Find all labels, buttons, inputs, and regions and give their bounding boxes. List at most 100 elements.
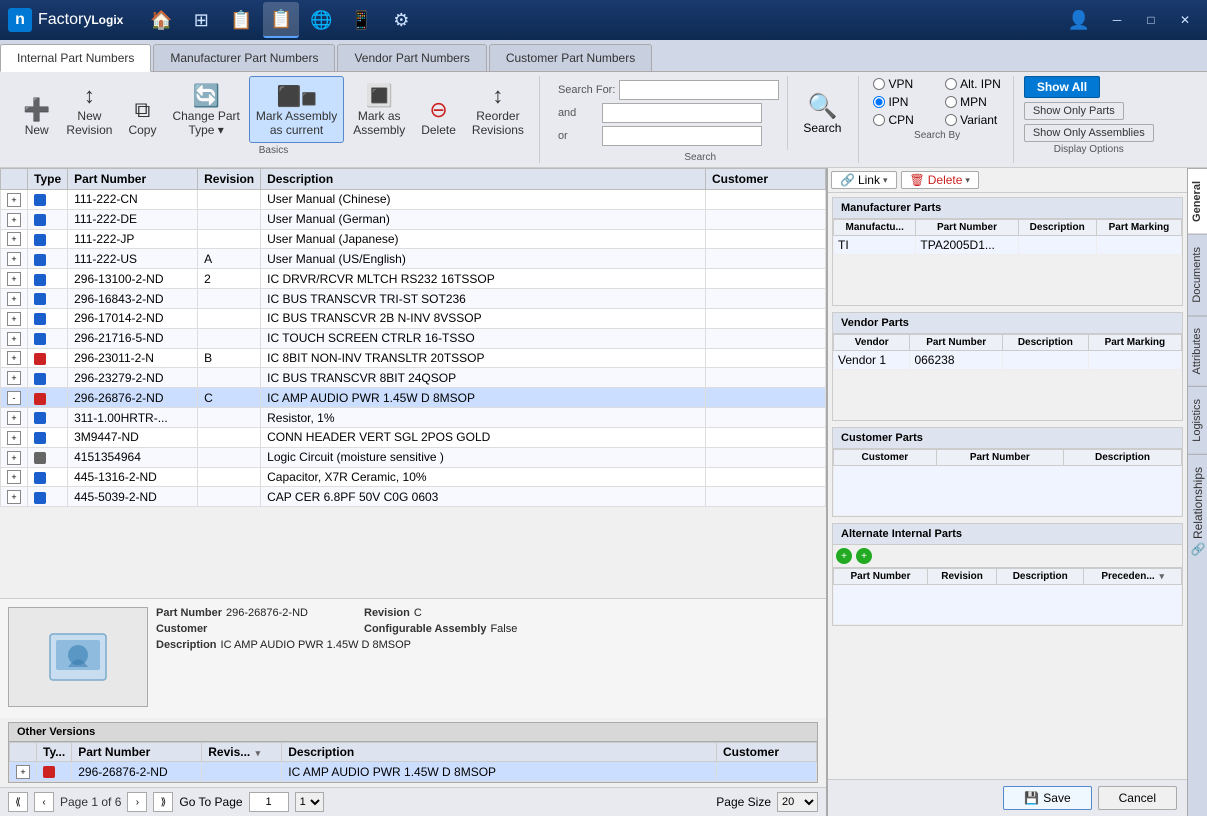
tab-internal-part-numbers[interactable]: Internal Part Numbers xyxy=(0,44,151,72)
sidebar-item-attributes[interactable]: Attributes xyxy=(1188,315,1207,386)
table-row[interactable]: + 296-17014-2-ND IC BUS TRANSCVR 2B N-IN… xyxy=(1,308,826,328)
sidebar-item-logistics[interactable]: Logistics xyxy=(1188,386,1207,454)
ipn-radio[interactable] xyxy=(873,96,885,108)
cp-col-partnumber[interactable]: Part Number xyxy=(936,450,1063,466)
reorder-revisions-button[interactable]: ↕ ReorderRevisions xyxy=(465,80,531,143)
save-button[interactable]: 💾 Save xyxy=(1003,786,1091,810)
alt-ipn-option[interactable]: Alt. IPN xyxy=(941,76,1005,92)
table-row[interactable]: + 311-1.00HRTR-... Resistor, 1% xyxy=(1,408,826,428)
table-row[interactable]: + 296-21716-5-ND IC TOUCH SCREEN CTRLR 1… xyxy=(1,328,826,348)
row-expand[interactable]: + xyxy=(1,229,28,249)
row-expand[interactable]: + xyxy=(1,308,28,328)
search-input-3[interactable] xyxy=(602,126,762,146)
aip-add2-button[interactable]: + xyxy=(856,548,872,564)
row-expand[interactable]: + xyxy=(1,487,28,507)
user-icon[interactable]: 👤 xyxy=(1061,2,1097,38)
vp-col-description[interactable]: Description xyxy=(1002,335,1088,351)
cp-col-description[interactable]: Description xyxy=(1063,450,1181,466)
next-page-button[interactable]: › xyxy=(127,792,147,812)
expand-btn[interactable]: + xyxy=(7,470,21,484)
table-row[interactable]: + 111-222-DE User Manual (German) xyxy=(1,209,826,229)
row-expand[interactable]: + xyxy=(1,368,28,388)
show-only-parts-button[interactable]: Show Only Parts xyxy=(1024,102,1124,120)
table-row[interactable]: + 111-222-US A User Manual (US/English) xyxy=(1,249,826,269)
alt-ipn-radio[interactable] xyxy=(945,78,957,90)
show-all-button[interactable]: Show All xyxy=(1024,76,1100,98)
table-row[interactable]: + 296-13100-2-ND 2 IC DRVR/RCVR MLTCH RS… xyxy=(1,269,826,289)
prev-page-button[interactable]: ‹ xyxy=(34,792,54,812)
table-row[interactable]: + 3M9447-ND CONN HEADER VERT SGL 2POS GO… xyxy=(1,427,826,447)
cp-col-customer[interactable]: Customer xyxy=(834,450,937,466)
variant-option[interactable]: Variant xyxy=(941,112,1005,128)
mpn-radio[interactable] xyxy=(945,96,957,108)
sidebar-item-general[interactable]: General xyxy=(1188,168,1207,234)
expand-btn[interactable]: + xyxy=(7,431,21,445)
expand-btn[interactable]: + xyxy=(7,232,21,246)
device-icon[interactable]: 📱 xyxy=(343,2,379,38)
row-expand[interactable]: + xyxy=(1,289,28,309)
goto-page-input[interactable] xyxy=(249,792,289,812)
rp-delete-button[interactable]: 🗑 Delete ▾ xyxy=(901,171,979,189)
minimize-button[interactable]: ─ xyxy=(1103,6,1131,34)
last-page-button[interactable]: ⟫ xyxy=(153,792,173,812)
col-type[interactable]: Type xyxy=(28,169,68,190)
mark-assembly-current-button[interactable]: ⬛⬛ Mark Assemblyas current xyxy=(249,76,344,143)
table-row[interactable]: + 445-5039-2-ND CAP CER 6.8PF 50V C0G 06… xyxy=(1,487,826,507)
row-expand[interactable]: + xyxy=(1,328,28,348)
expand-btn[interactable]: + xyxy=(7,312,21,326)
expand-btn[interactable]: + xyxy=(7,351,21,365)
vp-col-partmarking[interactable]: Part Marking xyxy=(1088,335,1181,351)
mpn-option[interactable]: MPN xyxy=(941,94,1005,110)
table-row[interactable]: + 4151354964 Logic Circuit (moisture sen… xyxy=(1,447,826,467)
ipn-option[interactable]: IPN xyxy=(869,94,933,110)
expand-btn[interactable]: + xyxy=(7,371,21,385)
ov-col-type[interactable]: Ty... xyxy=(37,743,72,762)
aip-col-description[interactable]: Description xyxy=(997,569,1084,585)
row-expand[interactable]: + xyxy=(1,427,28,447)
row-expand[interactable]: + xyxy=(1,408,28,428)
globe-icon[interactable]: 🌐 xyxy=(303,2,339,38)
parts-icon[interactable]: 📋 xyxy=(263,2,299,38)
mp-col-manufacturer[interactable]: Manufactu... xyxy=(834,220,916,236)
other-version-row[interactable]: + 296-26876-2-ND IC AMP AUDIO PWR 1.45W … xyxy=(10,762,817,782)
table-row[interactable]: + 296-23011-2-N B IC 8BIT NON-INV TRANSL… xyxy=(1,348,826,368)
first-page-button[interactable]: ⟪ xyxy=(8,792,28,812)
aip-col-partnumber[interactable]: Part Number xyxy=(834,569,928,585)
expand-btn[interactable]: + xyxy=(7,490,21,504)
ov-expand[interactable]: + xyxy=(10,762,37,782)
row-expand[interactable]: + xyxy=(1,249,28,269)
expand-btn[interactable]: + xyxy=(7,411,21,425)
row-expand[interactable]: + xyxy=(1,467,28,487)
col-partnumber[interactable]: Part Number xyxy=(68,169,198,190)
goto-page-dropdown[interactable]: 123456 xyxy=(295,792,324,812)
link-button[interactable]: 🔗 Link ▾ xyxy=(831,171,897,189)
sidebar-item-documents[interactable]: Documents xyxy=(1188,234,1207,315)
new-button[interactable]: ➕ New xyxy=(16,94,57,142)
table-row[interactable]: + 296-16843-2-ND IC BUS TRANSCVR TRI-ST … xyxy=(1,289,826,309)
ov-col-revision[interactable]: Revis... ▾ xyxy=(202,743,282,762)
row-expand[interactable]: + xyxy=(1,209,28,229)
expand-btn[interactable]: + xyxy=(7,193,21,207)
change-part-type-button[interactable]: 🔄 Change PartType ▾ xyxy=(165,80,246,143)
table-row[interactable]: + 111-222-JP User Manual (Japanese) xyxy=(1,229,826,249)
aip-col-revision[interactable]: Revision xyxy=(928,569,997,585)
home-icon[interactable]: 🏠 xyxy=(143,2,179,38)
ov-col-partnumber[interactable]: Part Number xyxy=(72,743,202,762)
mp-col-partnumber[interactable]: Part Number xyxy=(916,220,1018,236)
table-row[interactable]: + 111-222-CN User Manual (Chinese) xyxy=(1,190,826,210)
tab-manufacturer-part-numbers[interactable]: Manufacturer Part Numbers xyxy=(153,44,335,71)
expand-btn[interactable]: + xyxy=(7,451,21,465)
search-button[interactable]: 🔍 Search xyxy=(794,87,850,140)
col-description[interactable]: Description xyxy=(261,169,706,190)
vp-col-partnumber[interactable]: Part Number xyxy=(910,335,1002,351)
expand-btn[interactable]: + xyxy=(7,272,21,286)
expand-btn[interactable]: + xyxy=(7,332,21,346)
sidebar-item-relationships[interactable]: 🔗 Relationships xyxy=(1188,454,1207,569)
grid-icon[interactable]: ⊞ xyxy=(183,2,219,38)
col-revision[interactable]: Revision xyxy=(198,169,261,190)
ov-col-customer[interactable]: Customer xyxy=(717,743,817,762)
cpn-option[interactable]: CPN xyxy=(869,112,933,128)
expand-btn[interactable]: - xyxy=(7,391,21,405)
maximize-button[interactable]: □ xyxy=(1137,6,1165,34)
vp-col-vendor[interactable]: Vendor xyxy=(834,335,910,351)
